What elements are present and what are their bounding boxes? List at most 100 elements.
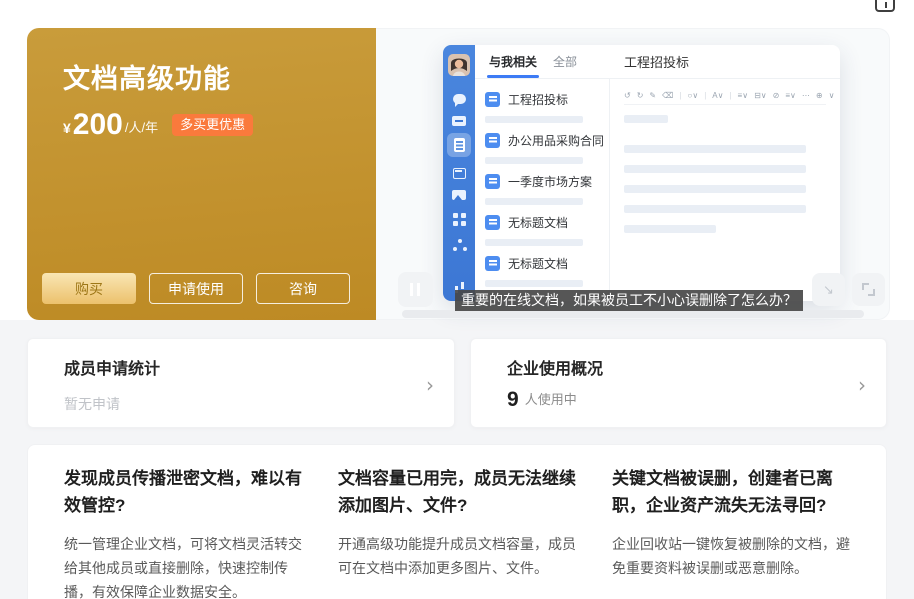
usage-count-unit: 人使用中: [525, 389, 577, 410]
doc-title: 一季度市场方案: [508, 173, 592, 190]
app-header: 与我相关 全部 工程招投标: [475, 45, 840, 79]
requests-empty-text: 暂无申请: [64, 394, 454, 414]
doc-placeholder-bar: [485, 280, 583, 287]
doc-title: 工程招投标: [508, 91, 568, 108]
editor-content-bar: [624, 225, 716, 233]
workbench-icon[interactable]: [443, 209, 475, 229]
mail-icon-glyph: [452, 116, 466, 126]
tab-all[interactable]: 全部: [553, 45, 577, 78]
chevron-right-icon[interactable]: ›: [426, 373, 434, 397]
feature-body: 统一管理企业文档，可将文档灵活转交给其他成员或直接删除，快速控制传播，有效保障企…: [64, 532, 304, 599]
tab-related-to-me[interactable]: 与我相关: [489, 45, 537, 78]
page: 文档高级功能 ¥ 200 /人/年 多买更优惠 购买 申请使用 咨询: [0, 0, 914, 599]
docs-icon-selected-bg: [447, 133, 471, 157]
mini-player-icon[interactable]: ↘: [812, 273, 845, 306]
apply-button[interactable]: 申请使用: [149, 273, 243, 304]
price-row: ¥ 200 /人/年 多买更优惠: [63, 110, 253, 140]
undo-icon[interactable]: ↺: [624, 91, 631, 100]
divider: |: [729, 91, 731, 100]
collapse-icon[interactable]: ∨: [829, 91, 835, 100]
currency-symbol: ¥: [63, 120, 71, 140]
doc-file-icon: [485, 256, 500, 271]
editor-content-bar: [624, 165, 806, 173]
pause-button[interactable]: [398, 272, 433, 307]
doc-list-item[interactable]: 一季度市场方案: [485, 173, 609, 205]
checklist-icon[interactable]: ⊘: [773, 91, 780, 100]
contacts-icon[interactable]: [443, 234, 475, 254]
docs-app-window: 与我相关 全部 工程招投标 工程招投标办公用品采购合同一季度市场方案无标题文档无…: [443, 45, 840, 301]
docs-icon[interactable]: [443, 133, 475, 157]
text-style-icon[interactable]: A∨: [712, 91, 723, 100]
user-avatar[interactable]: [448, 54, 470, 76]
doc-tabs: 与我相关 全部: [475, 45, 610, 78]
usage-count: 9: [507, 389, 519, 410]
buy-button[interactable]: 购买: [42, 273, 136, 304]
feature-leak-control: 发现成员传播泄密文档，难以有效管控? 统一管理企业文档，可将文档灵活转交给其他成…: [64, 465, 304, 599]
feature-body: 开通高级功能提升成员文档容量，成员可在文档中添加更多图片、文件。: [338, 532, 578, 580]
fullscreen-icon[interactable]: [852, 273, 885, 306]
video-player[interactable]: 与我相关 全部 工程招投标 工程招投标办公用品采购合同一季度市场方案无标题文档无…: [376, 28, 890, 320]
doc-row: 办公用品采购合同: [485, 132, 609, 149]
indent-icon[interactable]: ≡∨: [785, 91, 796, 100]
promo-title: 文档高级功能: [63, 57, 231, 96]
doc-placeholder-bar: [485, 239, 583, 246]
editor-content: [624, 105, 826, 233]
insert-icon[interactable]: ○∨: [688, 91, 699, 100]
workbench-icon-glyph: [453, 213, 466, 226]
usage-count-row: 9 人使用中: [507, 389, 886, 410]
usage-overview-card[interactable]: 企业使用概况 9 人使用中 ›: [470, 338, 887, 428]
divider: |: [704, 91, 706, 100]
float-window-icon[interactable]: [875, 0, 895, 12]
member-requests-card[interactable]: 成员申请统计 暂无申请 ›: [27, 338, 455, 428]
doc-title: 无标题文档: [508, 214, 568, 231]
search-icon[interactable]: ⊕: [816, 91, 823, 100]
mail-icon[interactable]: [443, 111, 475, 131]
meeting-icon[interactable]: [443, 185, 475, 205]
feature-recycle-bin: 关键文档被误删，创建者已离职，企业资产流失无法寻回? 企业回收站一键恢复被删除的…: [612, 465, 852, 599]
more-icon[interactable]: ⋯: [802, 91, 810, 100]
consult-button[interactable]: 咨询: [256, 273, 350, 304]
doc-title: 无标题文档: [508, 255, 568, 272]
bullet-list-icon[interactable]: ≡∨: [738, 91, 749, 100]
features-section: 发现成员传播泄密文档，难以有效管控? 统一管理企业文档，可将文档灵活转交给其他成…: [27, 444, 887, 599]
doc-placeholder-bar: [485, 116, 583, 123]
promo-buttons: 购买 申请使用 咨询: [42, 273, 350, 304]
doc-list-item[interactable]: 无标题文档: [485, 255, 609, 287]
feature-title: 关键文档被误删，创建者已离职，企业资产流失无法寻回?: [612, 465, 852, 519]
chat-icon[interactable]: [443, 89, 475, 109]
promo-panel: 文档高级功能 ¥ 200 /人/年 多买更优惠 购买 申请使用 咨询: [27, 28, 376, 320]
doc-file-icon: [485, 215, 500, 230]
calendar-icon[interactable]: [443, 163, 475, 183]
doc-editor: ↺ ↻ ✎ ⌫ | ○∨ | A∨ | ≡∨ ⊟∨ ⊘ ≡∨ ⋯ ⊕ ∨: [610, 79, 840, 301]
editor-content-bar: [624, 185, 806, 193]
editor-content-bar: [624, 115, 668, 123]
divider: |: [679, 91, 681, 100]
doc-file-icon: [485, 133, 500, 148]
feature-capacity: 文档容量已用完，成员无法继续添加图片、文件? 开通高级功能提升成员文档容量，成员…: [338, 465, 578, 599]
doc-placeholder-bar: [485, 198, 583, 205]
discount-badge: 多买更优惠: [172, 114, 253, 136]
video-progress-bar[interactable]: [402, 310, 864, 318]
chevron-right-icon[interactable]: ›: [858, 373, 866, 397]
eraser-icon[interactable]: ⌫: [662, 91, 673, 100]
doc-row: 无标题文档: [485, 255, 609, 272]
contacts-icon-glyph: [453, 238, 466, 251]
doc-row: 一季度市场方案: [485, 173, 609, 190]
price-value: 200: [73, 110, 123, 140]
feature-title: 发现成员传播泄密文档，难以有效管控?: [64, 465, 304, 519]
doc-list-item[interactable]: 办公用品采购合同: [485, 132, 609, 164]
price-unit: /人/年: [125, 117, 158, 140]
doc-list-item[interactable]: 无标题文档: [485, 214, 609, 246]
doc-file-icon: [485, 174, 500, 189]
usage-card-title: 企业使用概况: [507, 355, 886, 379]
align-icon[interactable]: ⊟∨: [754, 91, 767, 100]
app-body: 工程招投标办公用品采购合同一季度市场方案无标题文档无标题文档 ↺↻✎⌫|○∨|A…: [475, 79, 840, 301]
requests-card-title: 成员申请统计: [64, 355, 454, 379]
doc-list-item[interactable]: 工程招投标: [485, 91, 609, 123]
doc-list: 工程招投标办公用品采购合同一季度市场方案无标题文档无标题文档: [475, 79, 610, 301]
format-painter-icon[interactable]: ✎: [649, 91, 656, 100]
app-sidebar: [443, 45, 475, 301]
chat-icon-glyph: [453, 94, 466, 104]
doc-placeholder-bar: [485, 157, 583, 164]
redo-icon[interactable]: ↻: [637, 91, 644, 100]
